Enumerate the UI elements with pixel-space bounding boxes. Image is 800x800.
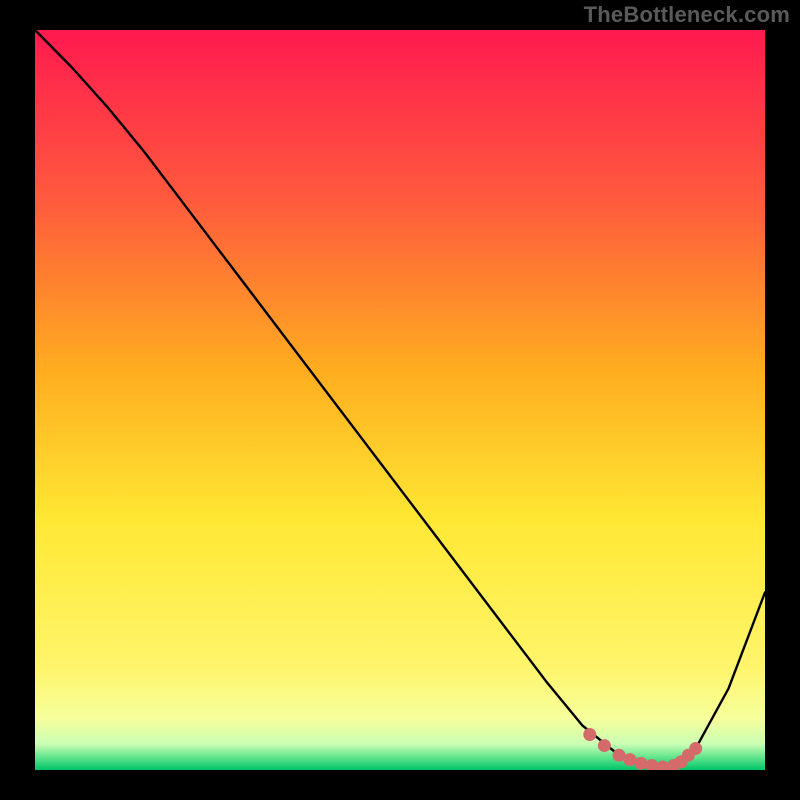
- optimal-marker: [634, 757, 647, 770]
- optimal-marker: [583, 728, 596, 741]
- chart-frame: TheBottleneck.com: [0, 0, 800, 800]
- gradient-background: [35, 30, 765, 770]
- plot-area: [35, 30, 765, 770]
- optimal-marker: [598, 739, 611, 752]
- chart-svg: [35, 30, 765, 770]
- optimal-marker: [689, 742, 702, 755]
- watermark-text: TheBottleneck.com: [584, 2, 790, 28]
